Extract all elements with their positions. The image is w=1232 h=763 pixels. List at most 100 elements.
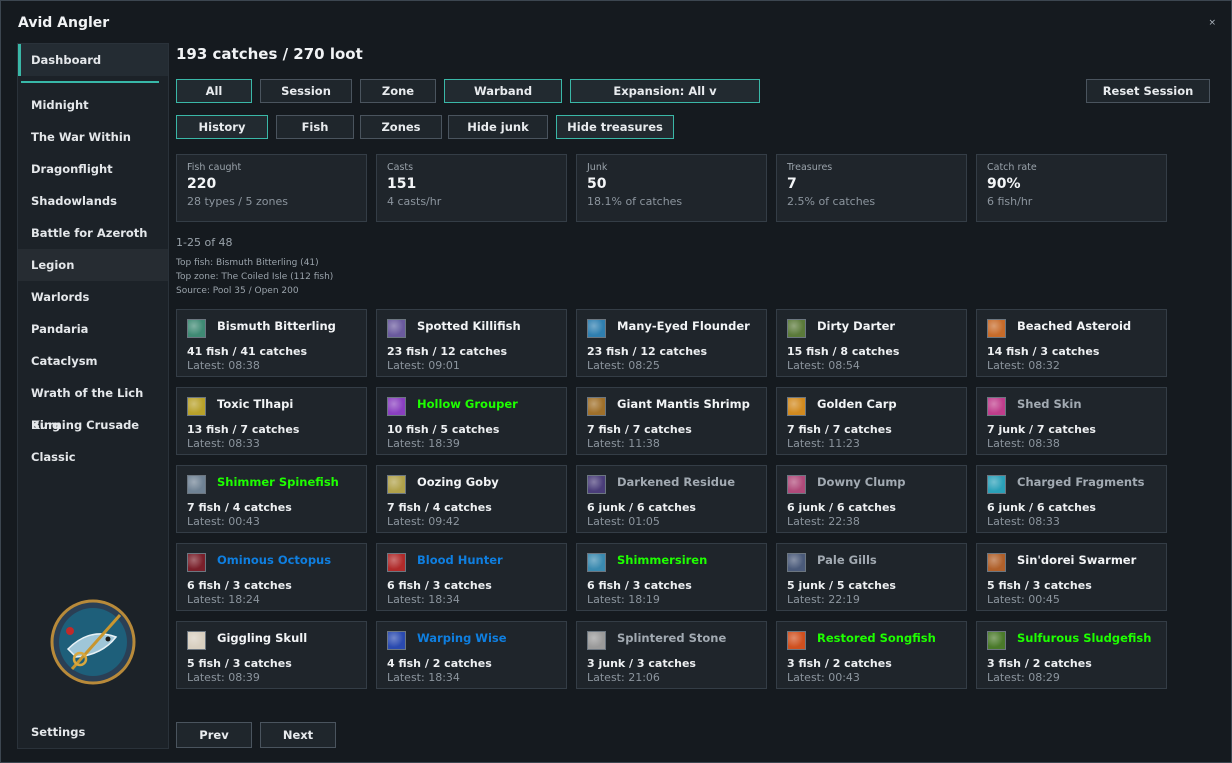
expansion-dropdown[interactable]: Expansion: All v [570, 79, 760, 103]
catch-card[interactable]: Oozing Goby 7 fish / 4 catches Latest: 09:… [376, 465, 567, 533]
catch-card[interactable]: Charged Fragments 6 junk / 6 catches Lates… [976, 465, 1167, 533]
catch-latest: Latest: 22:19 [787, 593, 860, 606]
next-page-button[interactable]: Next [260, 722, 336, 748]
catch-name: Downy Clump [817, 475, 906, 489]
view-history-button[interactable]: History [176, 115, 268, 139]
close-button[interactable]: × [1208, 18, 1216, 28]
catch-name: Shed Skin [1017, 397, 1082, 411]
catch-card[interactable]: Ominous Octopus 6 fish / 3 catches Latest:… [176, 543, 367, 611]
catch-card[interactable]: Giggling Skull 5 fish / 3 catches Latest: … [176, 621, 367, 689]
shimmersiren-icon [587, 553, 606, 572]
catch-card[interactable]: Sulfurous Sludgefish 3 fish / 2 catches La… [976, 621, 1167, 689]
sidebar-item-battle-for-azeroth[interactable]: Battle for Azeroth [18, 217, 168, 249]
view-zones-button[interactable]: Zones [360, 115, 442, 139]
many-eyed-flounder-icon [587, 319, 606, 338]
stat-subtext: 4 casts/hr [387, 195, 442, 208]
catch-stats: 3 fish / 2 catches [987, 657, 1092, 670]
catch-card[interactable]: Toxic Tlhapi 13 fish / 7 catches Latest: 0… [176, 387, 367, 455]
stat-subtext: 6 fish/hr [987, 195, 1033, 208]
catch-stats: 7 fish / 7 catches [787, 423, 892, 436]
catch-card[interactable]: Splintered Stone 3 junk / 3 catches Latest… [576, 621, 767, 689]
catch-latest: Latest: 08:32 [987, 359, 1060, 372]
catch-card[interactable]: Blood Hunter 6 fish / 3 catches Latest: 18… [376, 543, 567, 611]
catch-stats: 3 junk / 3 catches [587, 657, 696, 670]
catch-card[interactable]: Many-Eyed Flounder 23 fish / 12 catches La… [576, 309, 767, 377]
catch-name: Many-Eyed Flounder [617, 319, 750, 333]
catch-name: Restored Songfish [817, 631, 936, 645]
fishing-emblem-icon [50, 599, 136, 685]
stat-label: Fish caught [187, 162, 242, 173]
oozing-goby-icon [387, 475, 406, 494]
catch-stats: 13 fish / 7 catches [187, 423, 300, 436]
catch-latest: Latest: 08:29 [987, 671, 1060, 684]
view-fish-button[interactable]: Fish [276, 115, 354, 139]
sidebar-item-settings[interactable]: Settings [18, 716, 168, 748]
catch-card[interactable]: Beached Asteroid 14 fish / 3 catches Lates… [976, 309, 1167, 377]
filter-zone-button[interactable]: Zone [360, 79, 436, 103]
catch-card[interactable]: Dirty Darter 15 fish / 8 catches Latest: 0… [776, 309, 967, 377]
stat-catch-rate: Catch rate 90% 6 fish/hr [976, 154, 1167, 222]
catch-card[interactable]: Darkened Residue 6 junk / 6 catches Latest… [576, 465, 767, 533]
sidebar-item-pandaria[interactable]: Pandaria [18, 313, 168, 345]
sindorei-swarmer-icon [987, 553, 1006, 572]
stat-label: Catch rate [987, 162, 1037, 173]
catch-latest: Latest: 09:01 [387, 359, 460, 372]
catch-latest: Latest: 11:23 [787, 437, 860, 450]
catch-name: Toxic Tlhapi [217, 397, 294, 411]
ominous-octopus-icon [187, 553, 206, 572]
catch-card[interactable]: Sin'dorei Swarmer 5 fish / 3 catches Lates… [976, 543, 1167, 611]
filter-warband-button[interactable]: Warband [444, 79, 562, 103]
catch-card[interactable]: Warping Wise 4 fish / 2 catches Latest: 18… [376, 621, 567, 689]
shimmer-spinefish-icon [187, 475, 206, 494]
catch-stats: 23 fish / 12 catches [587, 345, 708, 358]
result-range: 1-25 of 48 [176, 236, 233, 249]
sidebar-item-burning-crusade[interactable]: Burning Crusade [18, 409, 168, 441]
stat-fish-caught: Fish caught 220 28 types / 5 zones [176, 154, 367, 222]
catch-latest: Latest: 08:54 [787, 359, 860, 372]
sidebar-item-wrath-of-the-lich-king[interactable]: Wrath of the Lich King [18, 377, 168, 432]
catch-card[interactable]: Pale Gills 5 junk / 5 catches Latest: 22:1… [776, 543, 967, 611]
hide-junk-toggle[interactable]: Hide junk [448, 115, 548, 139]
reset-session-button[interactable]: Reset Session [1086, 79, 1210, 103]
catch-stats: 6 fish / 3 catches [387, 579, 492, 592]
catch-latest: Latest: 08:33 [187, 437, 260, 450]
catch-latest: Latest: 21:06 [587, 671, 660, 684]
catch-stats: 6 junk / 6 catches [987, 501, 1096, 514]
catch-name: Sin'dorei Swarmer [1017, 553, 1137, 567]
catch-card[interactable]: Shimmersiren 6 fish / 3 catches Latest: 18… [576, 543, 767, 611]
catch-stats: 6 fish / 3 catches [587, 579, 692, 592]
sidebar-item-midnight[interactable]: Midnight [18, 89, 168, 121]
catch-card[interactable]: Downy Clump 6 junk / 6 catches Latest: 22:… [776, 465, 967, 533]
catch-stats: 5 fish / 3 catches [187, 657, 292, 670]
sidebar-item-shadowlands[interactable]: Shadowlands [18, 185, 168, 217]
catch-card[interactable]: Spotted Killifish 23 fish / 12 catches Lat… [376, 309, 567, 377]
blood-hunter-icon [387, 553, 406, 572]
sidebar-item-the-war-within[interactable]: The War Within [18, 121, 168, 153]
title-bar[interactable]: Avid Angler × [1, 1, 1231, 43]
prev-page-button[interactable]: Prev [176, 722, 252, 748]
catch-latest: Latest: 22:38 [787, 515, 860, 528]
catch-stats: 15 fish / 8 catches [787, 345, 900, 358]
catch-card[interactable]: Giant Mantis Shrimp 7 fish / 7 catches Lat… [576, 387, 767, 455]
catch-latest: Latest: 00:45 [987, 593, 1060, 606]
stat-subtext: 2.5% of catches [787, 195, 876, 208]
sidebar-item-cataclysm[interactable]: Cataclysm [18, 345, 168, 377]
catch-card[interactable]: Shed Skin 7 junk / 7 catches Latest: 08:38 [976, 387, 1167, 455]
sidebar-item-warlords[interactable]: Warlords [18, 281, 168, 313]
catch-stats: 3 fish / 2 catches [787, 657, 892, 670]
catch-card[interactable]: Bismuth Bitterling 41 fish / 41 catches La… [176, 309, 367, 377]
sidebar-item-dashboard[interactable]: Dashboard [18, 44, 168, 76]
filter-all-button[interactable]: All [176, 79, 252, 103]
hide-treasures-toggle[interactable]: Hide treasures [556, 115, 674, 139]
sidebar-item-legion[interactable]: Legion [18, 249, 168, 281]
catch-name: Beached Asteroid [1017, 319, 1132, 333]
catch-card[interactable]: Hollow Grouper 10 fish / 5 catches Latest:… [376, 387, 567, 455]
catch-card[interactable]: Golden Carp 7 fish / 7 catches Latest: 11:… [776, 387, 967, 455]
catch-card[interactable]: Shimmer Spinefish 7 fish / 4 catches Lates… [176, 465, 367, 533]
sidebar-item-dragonflight[interactable]: Dragonflight [18, 153, 168, 185]
catch-card[interactable]: Restored Songfish 3 fish / 2 catches Lates… [776, 621, 967, 689]
stat-casts: Casts 151 4 casts/hr [376, 154, 567, 222]
sidebar-item-classic[interactable]: Classic [18, 441, 168, 473]
top-fish-line: Top fish: Bismuth Bitterling (41) [176, 258, 319, 268]
filter-session-button[interactable]: Session [260, 79, 352, 103]
